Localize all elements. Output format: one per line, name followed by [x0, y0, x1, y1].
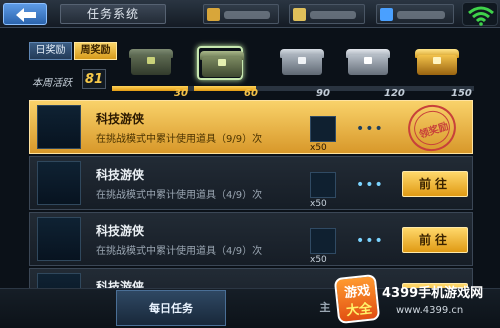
more-dots-icon: ••• — [356, 121, 384, 137]
task-row[interactable]: 科技游侠 在挑战模式中累计使用道具（4/9）次 x50 ••• 前往 — [29, 212, 473, 266]
reward-chest-60[interactable] — [197, 46, 244, 80]
go-button[interactable]: 前往 — [402, 227, 468, 253]
task-thumbnail — [37, 105, 81, 149]
reward-chest-30[interactable] — [128, 46, 174, 80]
claim-reward-stamp[interactable]: 领奖励 — [402, 98, 462, 158]
blurred-value — [310, 11, 356, 19]
reward-item-icon — [310, 116, 336, 142]
gold-coin-icon — [207, 8, 220, 21]
task-row[interactable]: 科技游侠 在挑战模式中累计使用道具（4/9）次 x50 ••• 前往 — [29, 156, 473, 210]
wifi-status — [462, 2, 498, 26]
watermark-logo: 游戏 大全 — [333, 273, 381, 325]
stamp-text: 领奖励 — [418, 121, 450, 141]
weekly-activity-label: 本周活跃 — [32, 78, 72, 89]
reward-count: x50 — [310, 255, 327, 265]
task-list[interactable]: 科技游侠 在挑战模式中累计使用道具（9/9）次 x50 ••• 领奖励 科技游侠… — [29, 96, 473, 288]
go-button[interactable]: 前往 — [402, 171, 468, 197]
more-dots-icon: ••• — [356, 233, 384, 249]
task-description: 在挑战模式中累计使用道具（4/9）次 — [96, 190, 263, 201]
task-thumbnail — [37, 161, 81, 205]
blurred-value — [224, 11, 270, 19]
reward-count: x50 — [310, 199, 327, 209]
resource-gold — [203, 4, 279, 24]
task-row[interactable]: 科技游侠 在挑战模式中累计使用道具（9/9）次 x50 ••• 领奖励 — [29, 98, 473, 158]
window-title-text: 任务系统 — [86, 7, 139, 21]
ticket-icon — [380, 8, 393, 21]
reward-count: x50 — [310, 143, 327, 153]
gem-icon — [293, 8, 306, 21]
tab-daily-tasks[interactable]: 每日任务 — [116, 290, 226, 326]
watermark-url: www.4399.cn — [396, 305, 464, 316]
back-button[interactable] — [3, 3, 47, 25]
back-arrow-icon — [16, 8, 36, 22]
task-thumbnail — [37, 273, 81, 288]
more-dots-icon: ••• — [356, 177, 384, 193]
resource-gem — [289, 4, 365, 24]
watermark-site-name: 4399手机游戏网 — [382, 286, 484, 301]
reward-item-icon — [310, 172, 336, 198]
blurred-value — [397, 11, 445, 19]
tab-weekly-reward[interactable]: 周奖励 — [74, 42, 117, 60]
resource-ticket — [376, 4, 454, 24]
task-title: 科技游侠 — [96, 112, 145, 126]
reward-chest-150[interactable] — [414, 46, 460, 80]
reward-chest-90[interactable] — [279, 46, 325, 80]
task-description: 在挑战模式中累计使用道具（9/9）次 — [96, 134, 263, 145]
reward-item-icon — [310, 228, 336, 254]
task-title: 科技游侠 — [96, 168, 145, 182]
weekly-activity-value: 81 — [82, 69, 106, 89]
top-bar: 任务系统 — [0, 0, 500, 28]
reward-chest-120[interactable] — [345, 46, 391, 80]
wifi-signal-icon — [468, 6, 494, 26]
task-description: 在挑战模式中累计使用道具（4/9）次 — [96, 246, 263, 257]
tab-daily-reward[interactable]: 日奖励 — [29, 42, 72, 60]
task-title: 科技游侠 — [96, 224, 145, 238]
task-title: 科技游侠 — [96, 280, 145, 288]
task-thumbnail — [37, 217, 81, 261]
watermark-logo-line2: 大全 — [345, 301, 373, 320]
window-title: 任务系统 — [60, 4, 166, 24]
